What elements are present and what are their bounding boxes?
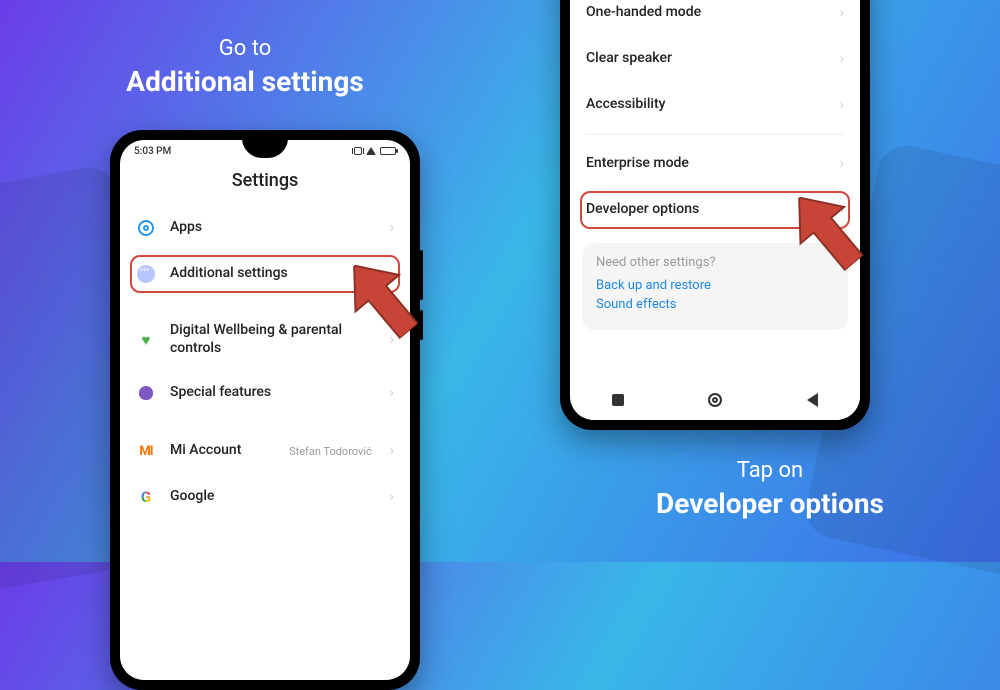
row-accessibility[interactable]: Accessibility ›	[570, 82, 860, 128]
mi-icon: MI	[136, 441, 156, 461]
chevron-right-icon: ›	[390, 489, 394, 505]
phone-left: 5:03 PM Settings Apps › Additional setti…	[110, 130, 420, 690]
vibrate-icon	[354, 147, 362, 155]
gear-icon	[136, 218, 156, 238]
row-label: Mi Account	[170, 442, 275, 460]
nav-back-icon[interactable]	[807, 393, 818, 407]
page-title: Settings	[120, 160, 410, 205]
row-label: Google	[170, 488, 376, 506]
chevron-right-icon: ›	[840, 51, 844, 67]
chevron-right-icon: ›	[390, 220, 394, 236]
row-label: One-handed mode	[586, 4, 826, 22]
nav-bar	[570, 380, 860, 420]
caption-left: Go to Additional settings	[85, 35, 405, 100]
divider	[586, 134, 844, 135]
heart-icon: ♥	[136, 330, 156, 350]
caption-right-small: Tap on	[610, 457, 930, 486]
status-time: 5:03 PM	[134, 146, 171, 157]
row-mi-account[interactable]: MI Mi Account Stefan Todorović ›	[120, 428, 410, 474]
row-one-handed-mode[interactable]: One-handed mode ›	[570, 0, 860, 36]
link-sound-effects[interactable]: Sound effects	[596, 297, 834, 312]
bag-icon	[136, 383, 156, 403]
chevron-right-icon: ›	[840, 97, 844, 113]
row-label: Digital Wellbeing & parental controls	[170, 322, 376, 357]
row-label: Apps	[170, 219, 376, 237]
row-value: Stefan Todorović	[289, 445, 372, 458]
caption-left-big: Additional settings	[85, 64, 405, 100]
row-label: Clear speaker	[586, 50, 826, 68]
nav-recent-icon[interactable]	[612, 394, 624, 406]
google-icon: G	[136, 487, 156, 507]
caption-right: Tap on Developer options	[610, 457, 930, 522]
row-apps[interactable]: Apps ›	[120, 205, 410, 251]
row-google[interactable]: G Google ›	[120, 474, 410, 520]
nav-home-icon[interactable]	[708, 393, 722, 407]
chevron-right-icon: ›	[390, 443, 394, 459]
battery-icon	[380, 147, 396, 155]
caption-left-small: Go to	[85, 35, 405, 64]
link-backup-restore[interactable]: Back up and restore	[596, 278, 834, 293]
chevron-right-icon: ›	[840, 156, 844, 172]
caption-right-big: Developer options	[610, 486, 930, 522]
row-label: Special features	[170, 384, 376, 402]
row-label: Accessibility	[586, 96, 826, 114]
chevron-right-icon: ›	[390, 385, 394, 401]
row-clear-speaker[interactable]: Clear speaker ›	[570, 36, 860, 82]
wifi-icon	[366, 147, 376, 155]
row-special-features[interactable]: Special features ›	[120, 370, 410, 416]
row-enterprise-mode[interactable]: Enterprise mode ›	[570, 141, 860, 187]
row-label: Enterprise mode	[586, 155, 826, 173]
dots-icon	[136, 264, 156, 284]
chevron-right-icon: ›	[840, 5, 844, 21]
footer-question: Need other settings?	[596, 255, 834, 270]
